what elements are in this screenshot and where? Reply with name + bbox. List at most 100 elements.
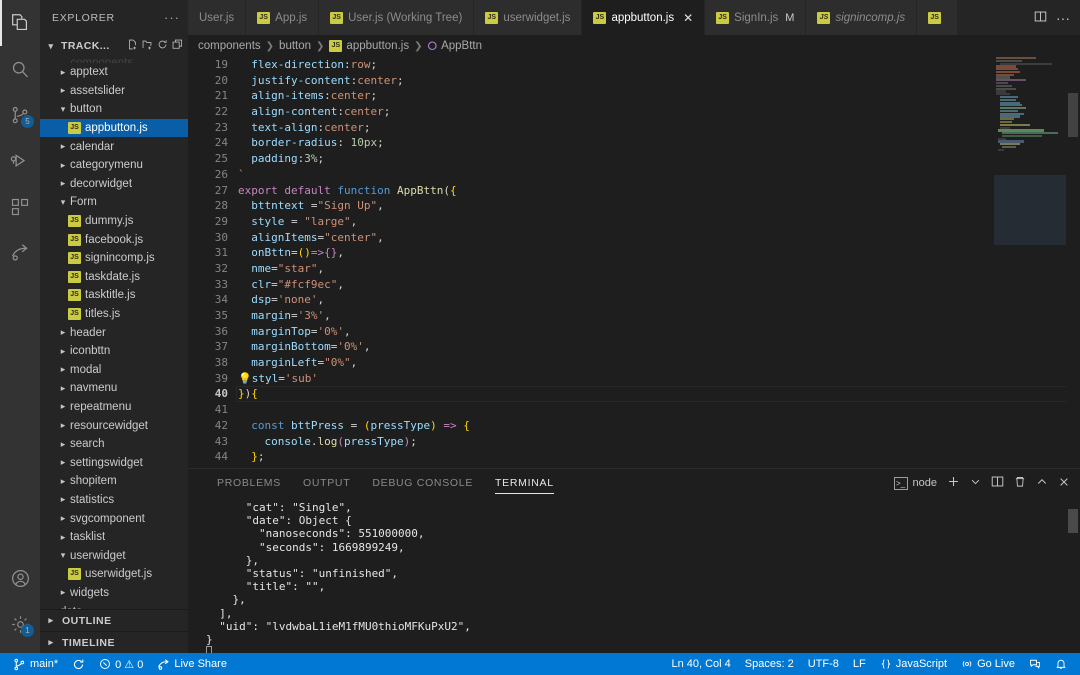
tree-folder-item[interactable]: ▸ navmenu (40, 379, 188, 398)
run-debug-icon[interactable] (0, 138, 40, 184)
minimap-slider[interactable] (994, 175, 1066, 245)
tree-folder-item[interactable]: ▸ tasklist (40, 528, 188, 547)
code-line[interactable]: padding:3%; (236, 151, 1080, 167)
code-line[interactable]: marginBottom='0%', (236, 339, 1080, 355)
tab-signincomp-js[interactable]: JS signincomp.js (806, 0, 918, 35)
status-branch[interactable]: main* (6, 653, 65, 675)
tree-folder-item[interactable]: ▸ modal (40, 361, 188, 380)
code-line[interactable]: nme="star", (236, 261, 1080, 277)
tab-app-js[interactable]: JS App.js (246, 0, 320, 35)
tree-folder-item[interactable]: ▸ statistics (40, 491, 188, 510)
sidebar-item-timeline[interactable]: ▸ TIMELINE (40, 631, 188, 653)
tree-folder-item[interactable]: ▸ settingswidget (40, 453, 188, 472)
tab-signin-js[interactable]: JS SignIn.js M (705, 0, 807, 35)
terminal-shell-selector[interactable]: >_ node (893, 476, 937, 490)
new-file-icon[interactable] (127, 39, 138, 53)
minimap[interactable] (994, 57, 1066, 468)
tree-folder-item[interactable]: ▾ userwidget (40, 546, 188, 565)
tree-file-item[interactable]: JS userwidget.js (40, 565, 188, 584)
status-go-live[interactable]: Go Live (954, 653, 1022, 675)
tree-file-item[interactable]: JS tasktitle.js (40, 286, 188, 305)
tree-file-item[interactable]: JS taskdate.js (40, 268, 188, 287)
close-panel-icon[interactable] (1058, 476, 1070, 491)
code-line[interactable]: margin='3%', (236, 308, 1080, 324)
code-line[interactable] (236, 465, 1080, 468)
terminal-dropdown-icon[interactable] (970, 476, 981, 490)
kill-terminal-icon[interactable] (1014, 476, 1026, 491)
tab-problems[interactable]: PROBLEMS (206, 469, 292, 497)
code-line[interactable]: alignItems="center", (236, 230, 1080, 246)
tree-file-item[interactable]: JS titles.js (40, 305, 188, 324)
split-editor-icon[interactable] (1034, 10, 1047, 26)
tab-overflow[interactable]: JS (917, 0, 959, 35)
tab-terminal[interactable]: TERMINAL (484, 469, 565, 497)
tree-file-item[interactable]: JS facebook.js (40, 230, 188, 249)
tab-bar[interactable]: User.js JS App.js JS User.js (Working Tree) J… (188, 0, 1080, 35)
tab-debug-console[interactable]: DEBUG CONSOLE (361, 469, 484, 497)
tab-userwidget-js[interactable]: JS userwidget.js (474, 0, 583, 35)
status-sync[interactable] (65, 653, 92, 675)
chevron-up-icon[interactable] (1036, 476, 1048, 491)
terminal-output[interactable]: "cat": "Single", "date": Object { "nanos… (188, 497, 1080, 653)
tree-file-item[interactable]: JS dummy.js (40, 212, 188, 231)
tree-folder-item[interactable]: ▸ widgets (40, 584, 188, 603)
tab-appbutton-js[interactable]: JS appbutton.js ✕ (582, 0, 706, 35)
tree-folder-item[interactable]: ▸ shopitem (40, 472, 188, 491)
tab-user-js-working-tree[interactable]: JS User.js (Working Tree) (319, 0, 475, 35)
status-live-share[interactable]: Live Share (150, 653, 234, 675)
new-folder-icon[interactable] (142, 39, 153, 53)
sidebar-section-header[interactable]: ▾ TRACK... (40, 35, 188, 57)
tree-folder-item[interactable]: ▸ svgcomponent (40, 509, 188, 528)
code-line[interactable]: justify-content:center; (236, 73, 1080, 89)
status-indentation[interactable]: Spaces: 2 (738, 653, 801, 675)
accounts-icon[interactable] (0, 555, 40, 601)
code-line[interactable]: export default function AppBttn({ (236, 183, 1080, 199)
source-control-icon[interactable]: 5 (0, 92, 40, 138)
status-feedback-icon[interactable] (1022, 653, 1048, 675)
code-line[interactable]: align-content:center; (236, 104, 1080, 120)
code-line[interactable] (236, 402, 1080, 418)
status-language-mode[interactable]: JavaScript (873, 653, 954, 675)
code-line[interactable]: }){ (236, 386, 1080, 403)
code-line[interactable]: dsp='none', (236, 292, 1080, 308)
tree-folder-item[interactable]: ▸ categorymenu (40, 156, 188, 175)
status-encoding[interactable]: UTF-8 (801, 653, 846, 675)
code-line[interactable]: clr="#fcf9ec", (236, 277, 1080, 293)
extensions-icon[interactable] (0, 184, 40, 230)
tree-folder-item[interactable]: ▸ iconbttn (40, 342, 188, 361)
code-line[interactable]: bttntext ="Sign Up", (236, 198, 1080, 214)
code-line[interactable]: 💡styl='sub' (236, 371, 1080, 387)
split-terminal-icon[interactable] (991, 475, 1004, 491)
tab-output[interactable]: OUTPUT (292, 469, 361, 497)
terminal-scrollbar-thumb[interactable] (1068, 509, 1078, 533)
sidebar-more-actions-icon[interactable]: ··· (164, 10, 180, 25)
code-editor[interactable]: 19 20 21 22 23 24 25 26 27 28 29 30 31 32 33 34 35 36 37 38… (188, 57, 1080, 468)
tree-folder-item[interactable]: ▸ apptext (40, 63, 188, 82)
breadcrumb-item[interactable]: JS appbutton.js (329, 40, 409, 52)
breadcrumb-item[interactable]: ⭘ AppBttn (427, 39, 482, 54)
editor-scrollbar[interactable] (1066, 57, 1080, 468)
search-icon[interactable] (0, 46, 40, 92)
new-terminal-icon[interactable] (947, 475, 960, 491)
terminal-scrollbar[interactable] (1066, 497, 1080, 653)
code-line[interactable]: align-items:center; (236, 88, 1080, 104)
sidebar-item-outline[interactable]: ▸ OUTLINE (40, 609, 188, 631)
tab-close-icon[interactable]: ✕ (683, 11, 693, 25)
settings-gear-icon[interactable]: 1 (0, 601, 40, 647)
tree-folder-item[interactable]: ▸data (40, 602, 188, 609)
code-line[interactable]: style = "large", (236, 214, 1080, 230)
tree-file-item[interactable]: JS signincomp.js (40, 249, 188, 268)
code-line[interactable]: marginLeft="0%", (236, 355, 1080, 371)
tree-folder-item[interactable]: ▾ Form (40, 193, 188, 212)
status-eol[interactable]: LF (846, 653, 873, 675)
explorer-icon[interactable] (0, 0, 40, 46)
code-line[interactable]: flex-direction:row; (236, 57, 1080, 73)
tree-folder-item[interactable]: ▸ resourcewidget (40, 416, 188, 435)
tree-file-item[interactable]: JS appbutton.js (40, 118, 188, 138)
refresh-icon[interactable] (157, 39, 168, 53)
status-notifications-bell-icon[interactable] (1048, 653, 1074, 675)
collapse-all-icon[interactable] (172, 39, 183, 53)
code-line[interactable]: ` (236, 167, 1080, 183)
tree-folder-item[interactable]: ▸ search (40, 435, 188, 454)
tab-user-js[interactable]: User.js (188, 0, 247, 35)
